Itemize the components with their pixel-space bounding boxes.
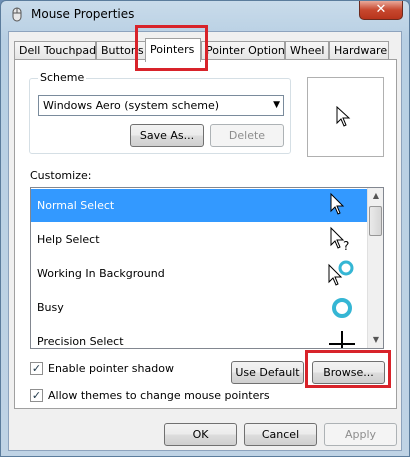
save-as-label: Save As... <box>139 129 195 142</box>
list-item-label: Help Select <box>37 233 100 246</box>
customize-label: Customize: <box>30 169 92 182</box>
ok-button[interactable]: OK <box>164 423 237 446</box>
apply-button[interactable]: Apply <box>324 423 397 446</box>
cancel-label: Cancel <box>261 428 300 441</box>
scheme-group-label: Scheme <box>38 71 87 84</box>
browse-button-highlight <box>305 350 391 388</box>
help-cursor-icon: ? <box>330 226 349 253</box>
mouse-properties-window: Mouse Properties ✕ Dell Touchpad Buttons… <box>0 0 410 457</box>
dialog-client-area: Dell Touchpad Buttons Pointers Pointer O… <box>8 31 402 451</box>
pointer-shadow-label: Enable pointer shadow <box>48 362 174 375</box>
list-item-label: Busy <box>37 301 64 314</box>
list-item[interactable]: Normal Select <box>31 189 371 222</box>
scroll-thumb[interactable] <box>369 206 382 236</box>
scroll-down-icon[interactable]: ▼ <box>368 332 383 348</box>
busy-cursor-icon <box>332 298 352 318</box>
scroll-up-icon[interactable]: ▲ <box>368 188 383 204</box>
cancel-button[interactable]: Cancel <box>244 423 317 446</box>
list-item[interactable]: Precision Select <box>31 325 371 348</box>
svg-text:?: ? <box>343 239 349 253</box>
ok-label: OK <box>192 428 209 441</box>
list-item[interactable]: Working In Background <box>31 257 371 290</box>
chevron-down-icon: ▼ <box>273 100 280 110</box>
list-item[interactable]: Busy <box>31 291 371 324</box>
scheme-group: Scheme Windows Aero (system scheme) ▼ Sa… <box>29 71 291 154</box>
apply-label: Apply <box>344 428 377 441</box>
use-default-button[interactable]: Use Default <box>231 361 304 384</box>
list-item[interactable]: Help Select ? <box>31 223 371 256</box>
pointer-preview <box>307 77 384 157</box>
arrow-cursor-icon <box>330 192 345 215</box>
pointer-shadow-checkbox[interactable]: ✓ <box>30 362 43 375</box>
list-scrollbar[interactable]: ▲ ▼ <box>367 188 383 348</box>
tab-dell-touchpad[interactable]: Dell Touchpad <box>14 41 96 60</box>
tab-label: Wheel <box>290 44 325 57</box>
use-default-label: Use Default <box>235 366 300 379</box>
pointers-tab-highlight <box>135 25 208 71</box>
delete-button[interactable]: Delete <box>210 124 284 147</box>
scheme-select[interactable]: Windows Aero (system scheme) ▼ <box>38 95 284 116</box>
list-item-label: Working In Background <box>37 267 165 280</box>
list-item-label: Precision Select <box>37 335 124 348</box>
close-button[interactable]: ✕ <box>359 1 403 20</box>
allow-themes-label: Allow themes to change mouse pointers <box>48 389 270 402</box>
tab-hardware[interactable]: Hardware <box>329 41 389 60</box>
list-item-label: Normal Select <box>37 199 115 212</box>
window-title: Mouse Properties <box>31 7 135 21</box>
save-as-button[interactable]: Save As... <box>130 124 204 147</box>
crosshair-cursor-icon <box>329 331 355 348</box>
allow-themes-checkbox[interactable]: ✓ <box>30 389 43 402</box>
close-icon: ✕ <box>375 2 387 17</box>
tab-label: Dell Touchpad <box>19 44 97 57</box>
arrow-cursor-icon <box>336 106 351 127</box>
working-cursor-icon <box>328 260 354 286</box>
tab-label: Hardware <box>334 44 388 57</box>
cursor-list[interactable]: Normal Select Help Select ? Working In B… <box>30 187 384 349</box>
delete-label: Delete <box>228 129 266 142</box>
mouse-icon <box>12 7 22 22</box>
tab-wheel[interactable]: Wheel <box>285 41 329 60</box>
scheme-selected-value: Windows Aero (system scheme) <box>43 99 220 112</box>
tab-pointer-options[interactable]: Pointer Options <box>201 41 291 60</box>
tab-label: Pointer Options <box>206 44 291 57</box>
